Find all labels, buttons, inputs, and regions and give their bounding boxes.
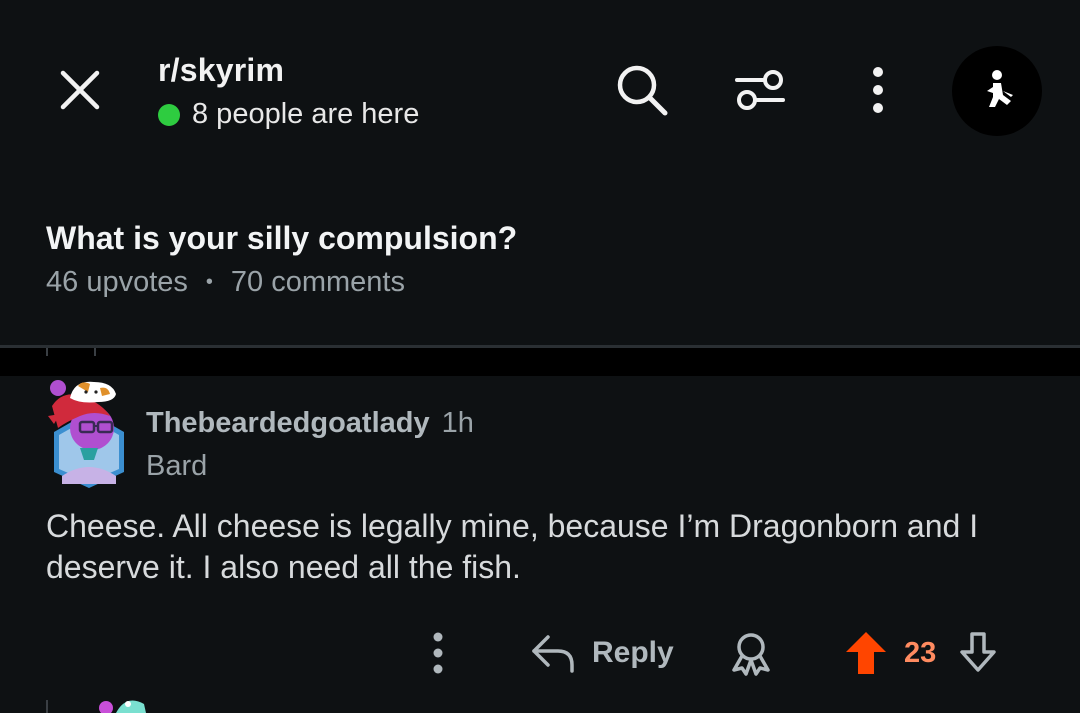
downvote-button[interactable] <box>956 628 1000 678</box>
comment-author-line: Thebeardedgoatlady 1h <box>146 407 474 440</box>
vote-count: 23 <box>904 636 937 669</box>
comment-body: Cheese. All cheese is legally mine, beca… <box>46 508 979 585</box>
comment-more-button[interactable] <box>424 628 452 678</box>
next-comment-avatar[interactable] <box>96 694 156 713</box>
filter-icon <box>735 70 785 110</box>
online-count: 8 people are here <box>192 98 420 130</box>
close-icon <box>60 70 100 110</box>
section-gap <box>0 348 1080 376</box>
post-meta: 46 upvotes • 70 comments <box>46 266 405 299</box>
more-options-button[interactable] <box>846 58 910 122</box>
more-vertical-icon <box>433 632 443 674</box>
upvote-count: 46 upvotes <box>46 266 188 298</box>
post-title[interactable]: What is your silly compulsion? <box>46 220 517 257</box>
comment-username[interactable]: Thebeardedgoatlady <box>146 407 430 440</box>
award-icon <box>732 633 770 676</box>
vote-score: 23 <box>904 628 936 678</box>
upvote-icon <box>846 632 886 674</box>
close-button[interactable] <box>52 62 108 118</box>
search-button[interactable] <box>610 58 674 122</box>
subreddit-name[interactable]: r/skyrim <box>158 52 284 89</box>
downvote-icon <box>960 632 996 672</box>
search-icon <box>617 65 668 116</box>
thread-line <box>46 348 48 356</box>
reply-button[interactable]: Reply <box>530 628 674 678</box>
snoo-avatar-icon <box>48 380 124 488</box>
user-flair: Bard <box>146 450 208 482</box>
meta-separator: • <box>205 271 213 293</box>
upvote-button[interactable] <box>844 628 888 678</box>
snoo-avatar-icon <box>99 700 146 713</box>
user-avatar-icon <box>987 70 1013 107</box>
filter-button[interactable] <box>728 58 792 122</box>
online-status: 8 people are here <box>158 98 419 131</box>
commenter-avatar[interactable] <box>44 376 134 488</box>
more-vertical-icon <box>873 67 883 113</box>
thread-line <box>46 700 48 713</box>
comment-time: 1h <box>441 407 474 439</box>
award-button[interactable] <box>726 628 776 678</box>
reply-icon <box>532 635 574 673</box>
user-avatar-button[interactable] <box>952 46 1042 136</box>
thread-line <box>94 348 96 356</box>
online-dot-icon <box>158 103 180 126</box>
reply-label: Reply <box>592 636 674 669</box>
comment-count: 70 comments <box>230 266 405 298</box>
